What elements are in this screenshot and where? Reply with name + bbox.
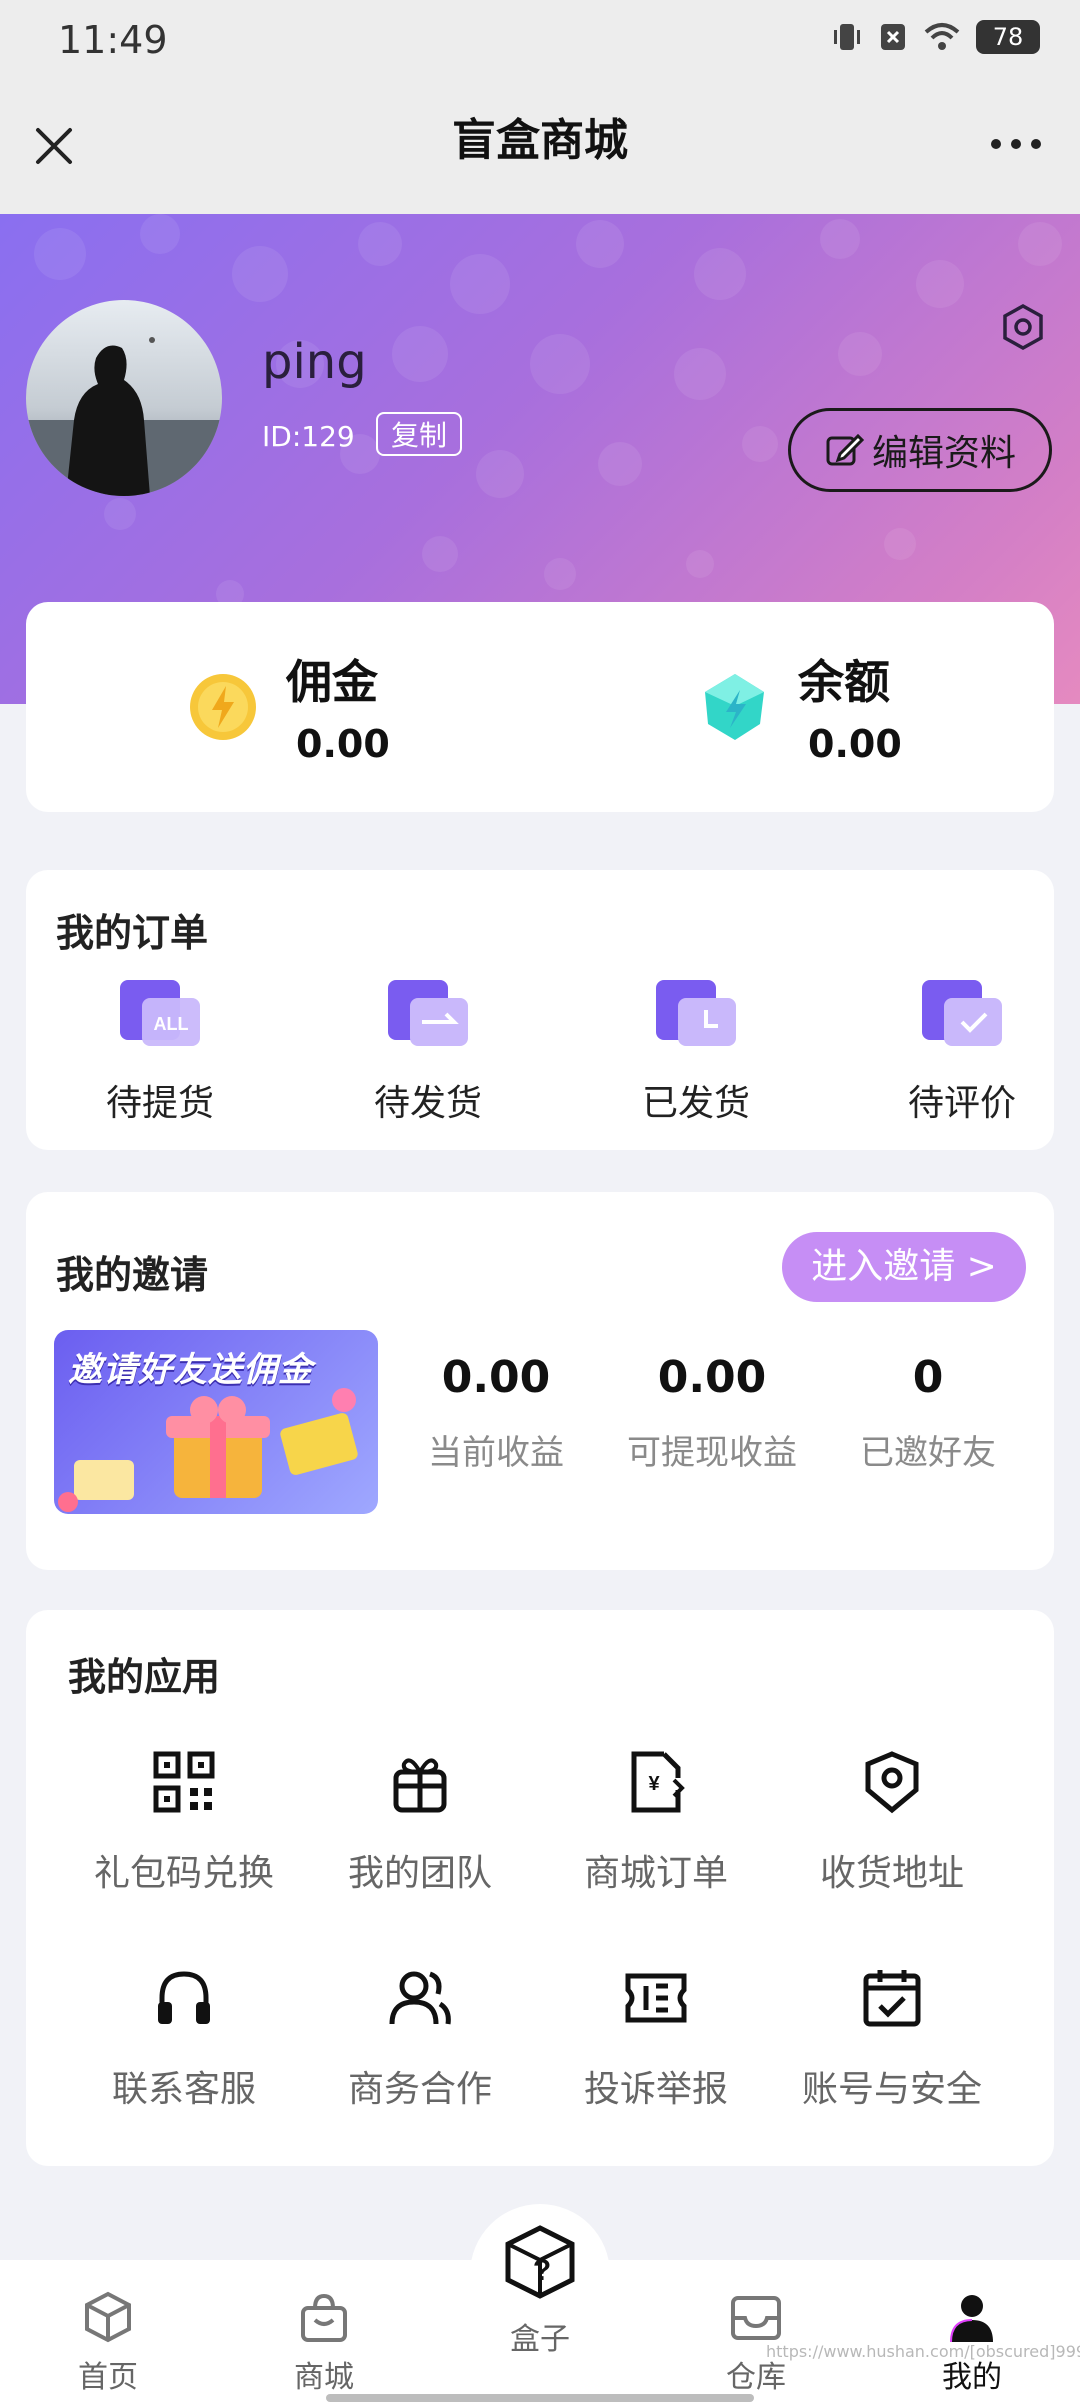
username: ping xyxy=(262,334,367,390)
commission-value: 0.00 xyxy=(296,722,390,766)
tab-label: 盒子 xyxy=(510,2322,570,2357)
order-label: 已发货 xyxy=(641,1083,750,1124)
app-shipping-address[interactable]: 收货地址 xyxy=(774,1750,1010,1896)
to-ship-icon xyxy=(388,980,468,1046)
order-shipped[interactable]: 已发货 xyxy=(596,980,796,1126)
my-invite-card: 我的邀请 进入邀请 > 邀请好友送佣金 0.00 当前收益 0.00 可提现收益… xyxy=(26,1192,1054,1570)
diamond-icon xyxy=(705,674,764,740)
more-icon[interactable] xyxy=(986,134,1046,154)
commission-item[interactable]: 佣金 0.00 xyxy=(26,602,540,812)
app-my-team[interactable]: 我的团队 xyxy=(302,1750,538,1896)
app-label: 账号与安全 xyxy=(801,2069,982,2110)
app-label: 礼包码兑换 xyxy=(93,1853,274,1894)
users-icon xyxy=(389,1971,451,2025)
orders-title: 我的订单 xyxy=(56,911,209,955)
headphones-icon xyxy=(158,1971,210,2024)
inbox-icon xyxy=(731,2296,781,2340)
app-label: 商务合作 xyxy=(347,2069,492,2110)
app-label: 商城订单 xyxy=(583,1853,728,1894)
vibrate-icon xyxy=(834,24,860,50)
lightning-coin-icon xyxy=(190,674,256,740)
bottom-tab-bar: 首页 商城 ? 盒子 仓库 我的 xyxy=(0,2225,1080,2408)
all-orders-icon: ALL xyxy=(120,980,200,1046)
current-earnings: 0.00 当前收益 xyxy=(396,1352,596,1474)
avatar-photo xyxy=(26,337,222,496)
user-id: ID:129 xyxy=(262,420,355,453)
order-label: 待发货 xyxy=(373,1083,482,1124)
balance-label: 余额 xyxy=(798,655,890,709)
svg-text:ALL: ALL xyxy=(154,1014,189,1034)
order-to-pickup[interactable]: ALL 待提货 xyxy=(60,980,260,1126)
stat-value: 0.00 xyxy=(441,1352,551,1403)
tab-box[interactable]: ? 盒子 xyxy=(460,2224,620,2358)
order-to-review[interactable]: 待评价 xyxy=(862,980,1062,1126)
order-document-icon: ¥ xyxy=(631,1751,685,1813)
edit-profile-button[interactable]: 编辑资料 xyxy=(788,408,1052,492)
svg-text:¥: ¥ xyxy=(648,1773,660,1795)
status-icons: 78 xyxy=(830,20,1040,54)
wifi-icon xyxy=(924,23,960,50)
nav-bar: 盲盒商城 xyxy=(0,84,1080,214)
svg-text:?: ? xyxy=(533,2254,551,2287)
ticket-icon xyxy=(625,1973,687,2023)
apps-title: 我的应用 xyxy=(68,1655,221,1699)
app-complaint-report[interactable]: 投诉举报 xyxy=(538,1966,774,2112)
app-customer-service[interactable]: 联系客服 xyxy=(66,1966,302,2112)
my-apps-card: 我的应用 礼包码兑换 我的团队 ¥ 商城订单 收货地址 联系客服 商务合作 投诉… xyxy=(26,1610,1054,2166)
to-review-icon xyxy=(922,980,1002,1046)
stat-label: 当前收益 xyxy=(428,1433,564,1473)
withdrawable-earnings: 0.00 可提现收益 xyxy=(612,1352,812,1474)
order-label: 待提货 xyxy=(105,1083,214,1124)
copy-id-button[interactable]: 复制 xyxy=(376,412,462,456)
app-gift-code[interactable]: 礼包码兑换 xyxy=(66,1750,302,1896)
balance-value: 0.00 xyxy=(808,722,902,766)
cube-icon xyxy=(85,2291,131,2343)
stat-label: 已邀好友 xyxy=(860,1433,996,1473)
battery-indicator: 78 xyxy=(976,20,1040,54)
app-account-security[interactable]: 账号与安全 xyxy=(774,1966,1010,2112)
app-business-cooperation[interactable]: 商务合作 xyxy=(302,1966,538,2112)
home-indicator xyxy=(326,2394,754,2402)
tab-home[interactable]: 首页 xyxy=(28,2290,188,2396)
order-label: 待评价 xyxy=(907,1083,1016,1124)
tab-label: 商城 xyxy=(294,2360,354,2395)
settings-icon[interactable] xyxy=(998,302,1048,352)
my-orders-card: 我的订单 ALL 待提货 待发货 已发货 待评价 xyxy=(26,870,1054,1150)
app-mall-orders[interactable]: ¥ 商城订单 xyxy=(538,1750,774,1896)
invite-banner-text: 邀请好友送佣金 xyxy=(68,1350,313,1390)
calendar-check-icon xyxy=(863,1970,921,2027)
watermark: https://www.hushan.com/[obscured]9992 xyxy=(766,2342,1080,2361)
invite-title: 我的邀请 xyxy=(56,1253,209,1297)
app-label: 收货地址 xyxy=(819,1853,964,1894)
edit-icon xyxy=(826,433,864,466)
mystery-box-icon: ? xyxy=(505,2225,575,2299)
status-bar: 11:49 78 xyxy=(0,0,1080,84)
no-sim-icon xyxy=(881,24,905,50)
stat-value: 0.00 xyxy=(657,1352,767,1403)
stat-value: 0 xyxy=(912,1352,944,1403)
enter-invite-button[interactable]: 进入邀请 > xyxy=(782,1232,1026,1302)
location-pin-icon xyxy=(865,1751,919,1814)
tab-mall[interactable]: 商城 xyxy=(244,2290,404,2396)
shopping-bag-icon xyxy=(301,2293,347,2342)
balance-item[interactable]: 余额 0.00 xyxy=(540,602,1054,812)
invite-banner[interactable]: 邀请好友送佣金 xyxy=(54,1330,378,1514)
shipped-icon xyxy=(656,980,736,1046)
order-to-ship[interactable]: 待发货 xyxy=(328,980,528,1126)
stat-label: 可提现收益 xyxy=(627,1433,797,1473)
app-label: 投诉举报 xyxy=(583,2069,728,2110)
invited-friends: 0 已邀好友 xyxy=(828,1352,1028,1474)
app-label: 联系客服 xyxy=(111,2069,256,2110)
avatar[interactable] xyxy=(26,300,222,496)
tab-label: 首页 xyxy=(78,2360,138,2395)
qr-code-icon xyxy=(153,1751,215,1813)
gift-icon xyxy=(393,1758,447,1813)
commission-label: 佣金 xyxy=(286,655,378,709)
wallet-card: 佣金 0.00 余额 0.00 xyxy=(26,602,1054,812)
person-icon xyxy=(950,2295,993,2343)
edit-profile-label: 编辑资料 xyxy=(871,433,1016,474)
app-label: 我的团队 xyxy=(347,1853,492,1894)
page-title: 盲盒商城 xyxy=(452,115,628,166)
status-time: 11:49 xyxy=(58,18,168,62)
